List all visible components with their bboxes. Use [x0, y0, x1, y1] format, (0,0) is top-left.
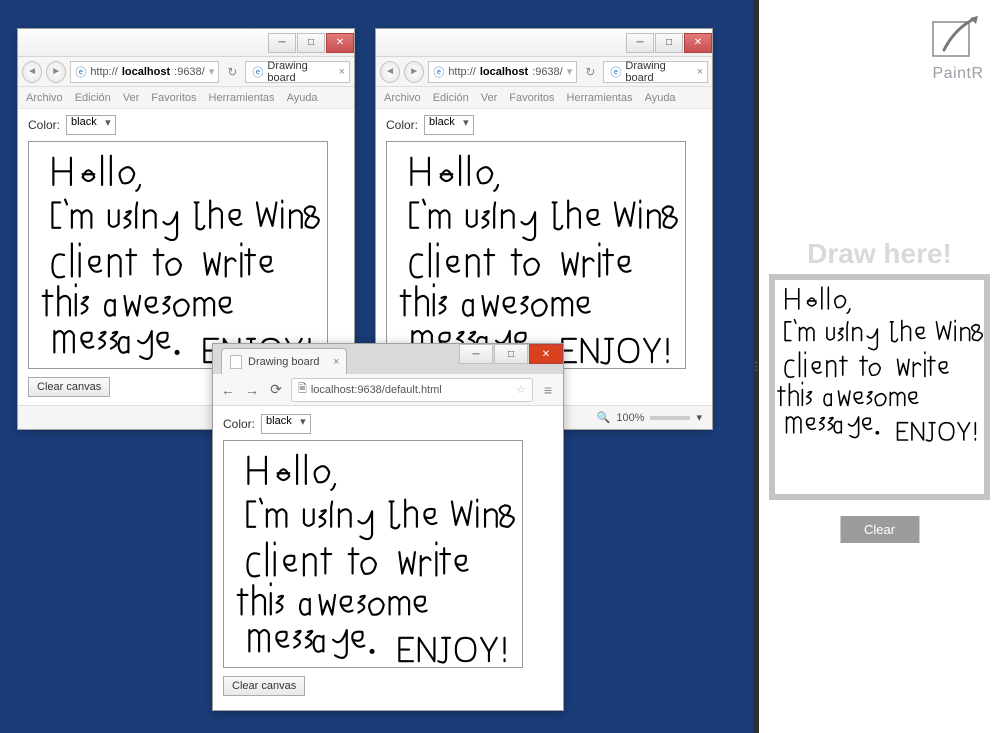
color-select[interactable]: black: [424, 115, 474, 135]
menu-herramientas[interactable]: Herramientas: [209, 92, 275, 104]
zoom-slider[interactable]: [650, 416, 690, 420]
url-rest: :9638/: [174, 66, 205, 78]
ie-menubar: Archivo Edición Ver Favoritos Herramient…: [18, 87, 354, 109]
url-prefix: http://: [448, 66, 476, 78]
drawing-canvas[interactable]: [28, 141, 328, 369]
refresh-button[interactable]: ↻: [223, 65, 241, 79]
url-prefix: http://: [90, 66, 118, 78]
color-label: Color:: [28, 118, 60, 132]
menu-archivo[interactable]: Archivo: [26, 92, 63, 104]
zoom-dropdown-icon[interactable]: ▾: [696, 411, 702, 424]
ie-navbar: ◄ ► ⓔ http://localhost:9638/ ▾ ↻ ⓔ Drawi…: [376, 57, 712, 87]
address-bar[interactable]: ⓔ http://localhost:9638/ ▾: [70, 61, 219, 83]
forward-button[interactable]: ►: [404, 61, 424, 83]
menu-ver[interactable]: Ver: [123, 92, 140, 104]
tab-close-icon[interactable]: ×: [339, 66, 345, 78]
menu-ayuda[interactable]: Ayuda: [287, 92, 318, 104]
back-button[interactable]: ◄: [22, 61, 42, 83]
address-bar[interactable]: 🗎 localhost:9638/default.html ☆: [291, 378, 533, 402]
menu-archivo[interactable]: Archivo: [384, 92, 421, 104]
tab-title: Drawing board: [248, 356, 320, 368]
chrome-tabbar: Drawing board × ─ □ ✕: [213, 344, 563, 374]
zoom-value[interactable]: 100%: [616, 412, 644, 424]
maximize-button[interactable]: □: [297, 33, 325, 53]
drawing-canvas[interactable]: [386, 141, 686, 369]
back-button[interactable]: ◄: [380, 61, 400, 83]
menu-edicion[interactable]: Edición: [433, 92, 469, 104]
menu-ayuda[interactable]: Ayuda: [645, 92, 676, 104]
ie-favicon: ⓔ: [75, 64, 86, 80]
url-rest: :9638/: [532, 66, 563, 78]
browser-tab[interactable]: ⓔ Drawing board ×: [603, 61, 708, 83]
close-button[interactable]: ✕: [684, 33, 712, 53]
page-icon: [230, 355, 242, 369]
color-label: Color:: [386, 118, 418, 132]
zoom-icon[interactable]: 🔍: [597, 411, 611, 424]
tab-title: Drawing board: [267, 60, 331, 84]
paintr-app-panel: PaintR Draw here! Clear: [759, 0, 1000, 733]
menu-favoritos[interactable]: Favoritos: [151, 92, 196, 104]
tab-close-icon[interactable]: ×: [697, 66, 703, 78]
refresh-button[interactable]: ↻: [581, 65, 599, 79]
draw-here-label: Draw here!: [759, 238, 1000, 270]
color-select[interactable]: black: [261, 414, 311, 434]
ie-tab-favicon: ⓔ: [610, 64, 621, 80]
browser-tab[interactable]: Drawing board ×: [221, 348, 347, 374]
menu-favoritos[interactable]: Favoritos: [509, 92, 554, 104]
ie-navbar: ◄ ► ⓔ http://localhost:9638/ ▾ ↻ ⓔ Drawi…: [18, 57, 354, 87]
paintr-brand: PaintR: [930, 65, 986, 83]
paintr-logo: PaintR: [930, 14, 986, 83]
close-button[interactable]: ✕: [529, 344, 563, 364]
minimize-button[interactable]: ─: [626, 33, 654, 53]
color-select[interactable]: black: [66, 115, 116, 135]
url-text: localhost:9638/default.html: [311, 384, 442, 396]
back-button[interactable]: ←: [219, 382, 237, 398]
page-content: Color: black Clear canvas: [213, 406, 563, 710]
color-label: Color:: [223, 417, 255, 431]
clear-canvas-button[interactable]: Clear canvas: [28, 377, 110, 397]
url-host: localhost: [122, 66, 170, 78]
ie-menubar: Archivo Edición Ver Favoritos Herramient…: [376, 87, 712, 109]
titlebar[interactable]: ─ □ ✕: [18, 29, 354, 57]
chrome-navbar: ← → ⟳ 🗎 localhost:9638/default.html ☆ ≡: [213, 374, 563, 406]
ie-tab-favicon: ⓔ: [252, 64, 263, 80]
chrome-window: Drawing board × ─ □ ✕ ← → ⟳ 🗎 localhost:…: [212, 343, 564, 711]
close-button[interactable]: ✕: [326, 33, 354, 53]
drawing-canvas[interactable]: [223, 440, 523, 668]
bookmark-star-icon[interactable]: ☆: [516, 383, 526, 396]
maximize-button[interactable]: □: [655, 33, 683, 53]
maximize-button[interactable]: □: [494, 344, 528, 364]
titlebar[interactable]: ─ □ ✕: [376, 29, 712, 57]
tab-close-icon[interactable]: ×: [333, 356, 339, 368]
menu-edicion[interactable]: Edición: [75, 92, 111, 104]
minimize-button[interactable]: ─: [459, 344, 493, 364]
paintr-canvas[interactable]: [769, 274, 990, 500]
clear-canvas-button[interactable]: Clear canvas: [223, 676, 305, 696]
chrome-menu-button[interactable]: ≡: [539, 382, 557, 398]
splitter-grip-icon: ···: [754, 361, 757, 373]
minimize-button[interactable]: ─: [268, 33, 296, 53]
forward-button[interactable]: ►: [46, 61, 66, 83]
reload-button[interactable]: ⟳: [267, 381, 285, 398]
url-host: localhost: [480, 66, 528, 78]
page-icon: 🗎: [298, 380, 307, 399]
menu-herramientas[interactable]: Herramientas: [567, 92, 633, 104]
menu-ver[interactable]: Ver: [481, 92, 498, 104]
address-bar[interactable]: ⓔ http://localhost:9638/ ▾: [428, 61, 577, 83]
paintr-clear-button[interactable]: Clear: [840, 516, 919, 543]
forward-button[interactable]: →: [243, 382, 261, 398]
tab-title: Drawing board: [625, 60, 689, 84]
browser-tab[interactable]: ⓔ Drawing board ×: [245, 61, 350, 83]
ie-favicon: ⓔ: [433, 64, 444, 80]
